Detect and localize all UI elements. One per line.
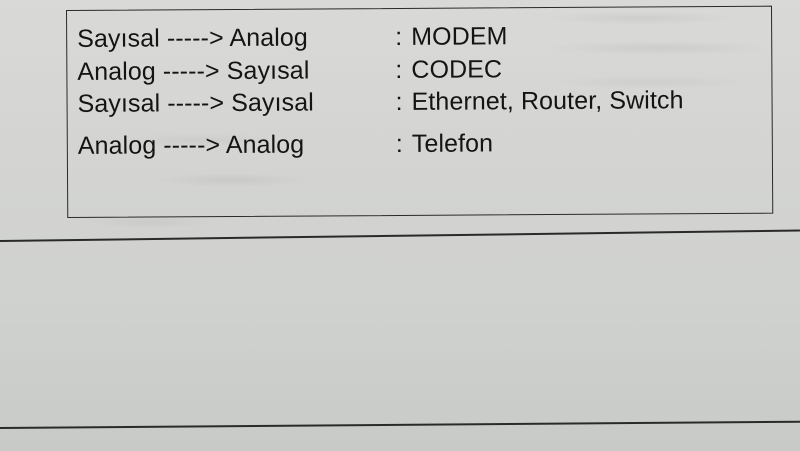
conversion-box: Sayısal -----> Analog: MODEM Analog -----… bbox=[66, 5, 774, 218]
conversion-type: Sayısal -----> Analog bbox=[77, 23, 308, 53]
colon-separator: : bbox=[395, 55, 403, 84]
conversion-type: Analog -----> Sayısal bbox=[77, 56, 310, 86]
ruled-line bbox=[0, 420, 800, 429]
device-name: Ethernet, Router, Switch bbox=[411, 86, 684, 116]
conversion-row-digital-analog: Sayısal -----> Analog: MODEM bbox=[77, 22, 507, 54]
colon-separator: : bbox=[395, 129, 403, 158]
conversion-row-digital-digital: Sayısal -----> Sayısal: Ethernet, Router,… bbox=[77, 86, 683, 119]
device-name: CODEC bbox=[411, 55, 503, 84]
conversion-row-analog-analog: Analog -----> Analog: Telefon bbox=[78, 129, 493, 161]
colon-separator: : bbox=[395, 22, 403, 51]
conversion-type: Sayısal -----> Sayısal bbox=[77, 88, 314, 118]
ruled-line bbox=[0, 229, 800, 242]
colon-separator: : bbox=[395, 87, 403, 116]
device-name: Telefon bbox=[411, 129, 494, 158]
conversion-type: Analog -----> Analog bbox=[77, 130, 305, 160]
page: { "conversion_table": { "rows": [ { "fro… bbox=[0, 0, 800, 451]
conversion-row-analog-digital: Analog -----> Sayısal: CODEC bbox=[77, 55, 502, 87]
device-name: MODEM bbox=[411, 22, 508, 51]
